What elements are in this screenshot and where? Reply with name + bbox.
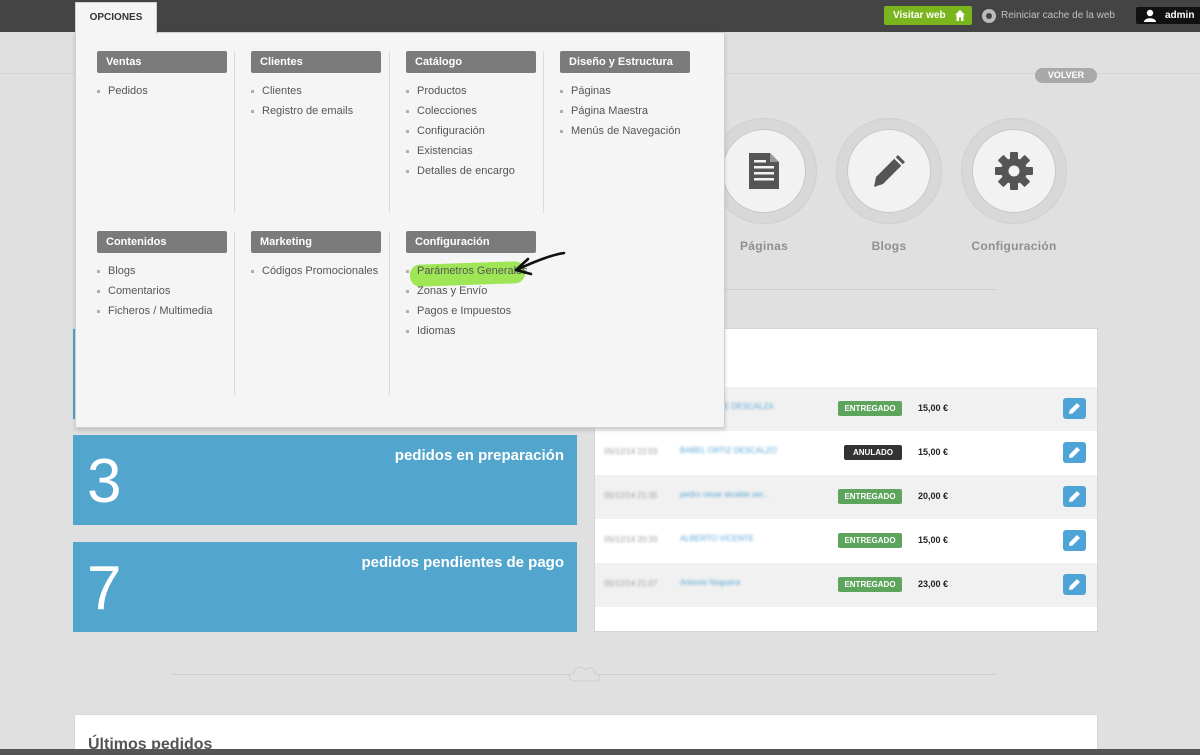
menu-group-catalog: Catálogo Productos Colecciones Configura… [406,51,561,181]
stat-box-in-preparation[interactable]: 3 pedidos en preparación [73,435,577,525]
order-amount: 20,00 € [918,491,949,501]
document-icon [749,153,779,189]
reset-cache-label: Reiniciar cache de la web [1001,10,1115,21]
table-row[interactable]: 05/12/14 21:07 Antonio Noguera ENTREGADO… [595,563,1097,607]
order-customer[interactable]: BABEL ORTIZ DESCALZO [680,446,777,455]
gear-icon [995,152,1033,190]
order-date: 05/12/14 20:33 [604,535,658,544]
order-customer[interactable]: ALBERTO VICENTE [680,534,754,543]
stat-text: pedidos pendientes de pago [361,554,564,571]
menu-group-design: Diseño y Estructura Páginas Página Maest… [560,51,715,141]
order-date: 05/12/14 22:03 [604,447,658,456]
menu-item-comments[interactable]: Comentarios [97,281,252,301]
menu-group-content: Contenidos Blogs Comentarios Ficheros / … [97,231,252,321]
user-name: admin [1165,10,1195,21]
order-amount: 15,00 € [918,447,949,457]
menu-item-email-registry[interactable]: Registro de emails [251,101,406,121]
shortcut-blogs[interactable]: Blogs [836,118,942,253]
home-icon [955,10,965,21]
menu-group-title: Ventas [97,51,227,73]
menu-item-products[interactable]: Productos [406,81,561,101]
shortcut-blogs-label: Blogs [871,239,907,253]
status-badge: ENTREGADO [838,577,902,592]
pencil-icon [1069,403,1080,414]
order-amount: 15,00 € [918,535,949,545]
pencil-icon [874,155,905,187]
arrow-annotation [514,251,566,276]
menu-group-title: Clientes [251,51,381,73]
shortcut-pages-label: Páginas [739,239,789,253]
menu-item-promo-codes[interactable]: Códigos Promocionales [251,261,406,281]
menu-item-customers[interactable]: Clientes [251,81,406,101]
table-row[interactable]: 05/12/14 21:35 pedro cesar alcalde ser..… [595,475,1097,519]
status-badge: ENTREGADO [838,533,902,548]
menu-item-order-details[interactable]: Detalles de encargo [406,161,561,181]
pencil-icon [1069,491,1080,502]
stat-text: pedidos en preparación [394,447,564,464]
options-menu-tab[interactable]: OPCIONES [75,2,157,34]
menu-item-catalog-settings[interactable]: Configuración [406,121,561,141]
order-amount: 15,00 € [918,403,949,413]
menu-group-title: Contenidos [97,231,227,253]
back-button[interactable]: VOLVER [1035,68,1097,83]
bottom-bar [0,749,1200,755]
menu-group-sales: Ventas Pedidos [97,51,252,101]
edit-order-button[interactable] [1063,574,1086,595]
pencil-icon [1069,447,1080,458]
menu-item-navigation-menus[interactable]: Menús de Navegación [560,121,715,141]
menu-item-media-files[interactable]: Ficheros / Multimedia [97,301,252,321]
user-menu-button[interactable]: admin [1136,7,1200,24]
menu-item-collections[interactable]: Colecciones [406,101,561,121]
menu-group-marketing: Marketing Códigos Promocionales [251,231,406,281]
order-customer[interactable]: Antonio Noguera [680,578,740,587]
menu-item-stock[interactable]: Existencias [406,141,561,161]
shortcut-configuration[interactable]: Configuración [961,118,1067,253]
menu-item-pages[interactable]: Páginas [560,81,715,101]
menu-item-master-page[interactable]: Página Maestra [560,101,715,121]
menu-item-zones-shipping[interactable]: Zonas y Envío [406,281,561,301]
order-date: 05/12/14 21:35 [604,491,658,500]
menu-item-blogs[interactable]: Blogs [97,261,252,281]
order-amount: 23,00 € [918,579,949,589]
visit-web-label: Visitar web [893,10,946,21]
options-dropdown-menu: Ventas Pedidos Clientes Clientes Registr… [75,32,725,428]
shortcut-configuration-label: Configuración [971,239,1057,253]
status-badge: ENTREGADO [838,401,902,416]
table-row[interactable]: 05/12/14 20:33 ALBERTO VICENTE ENTREGADO… [595,519,1097,563]
edit-order-button[interactable] [1063,486,1086,507]
menu-item-payments-taxes[interactable]: Pagos e Impuestos [406,301,561,321]
pencil-icon [1069,535,1080,546]
menu-group-customers: Clientes Clientes Registro de emails [251,51,406,121]
menu-group-title: Catálogo [406,51,536,73]
table-row[interactable]: 05/12/14 22:03 BABEL ORTIZ DESCALZO ANUL… [595,431,1097,475]
menu-group-title: Marketing [251,231,381,253]
menu-item-languages[interactable]: Idiomas [406,321,561,341]
section-divider [690,289,996,290]
edit-order-button[interactable] [1063,442,1086,463]
stat-number: 7 [87,554,122,623]
shortcut-pages[interactable]: Páginas [711,118,817,253]
user-icon [1144,9,1156,22]
menu-group-title: Diseño y Estructura [560,51,690,73]
edit-order-button[interactable] [1063,530,1086,551]
cloud-icon [569,666,600,682]
reset-cache-link[interactable]: Reiniciar cache de la web [982,9,1115,23]
status-badge: ENTREGADO [838,489,902,504]
order-date: 05/12/14 21:07 [604,579,658,588]
edit-order-button[interactable] [1063,398,1086,419]
pencil-icon [1069,579,1080,590]
stat-number: 3 [87,447,122,516]
menu-item-orders[interactable]: Pedidos [97,81,252,101]
refresh-icon [982,9,996,23]
status-badge: ANULADO [844,445,902,460]
top-bar: Visitar web Reiniciar cache de la web ad… [0,0,1200,32]
visit-web-button[interactable]: Visitar web [884,6,972,25]
stat-box-pending-payment[interactable]: 7 pedidos pendientes de pago [73,542,577,632]
order-customer[interactable]: pedro cesar alcalde ser... [680,490,769,499]
